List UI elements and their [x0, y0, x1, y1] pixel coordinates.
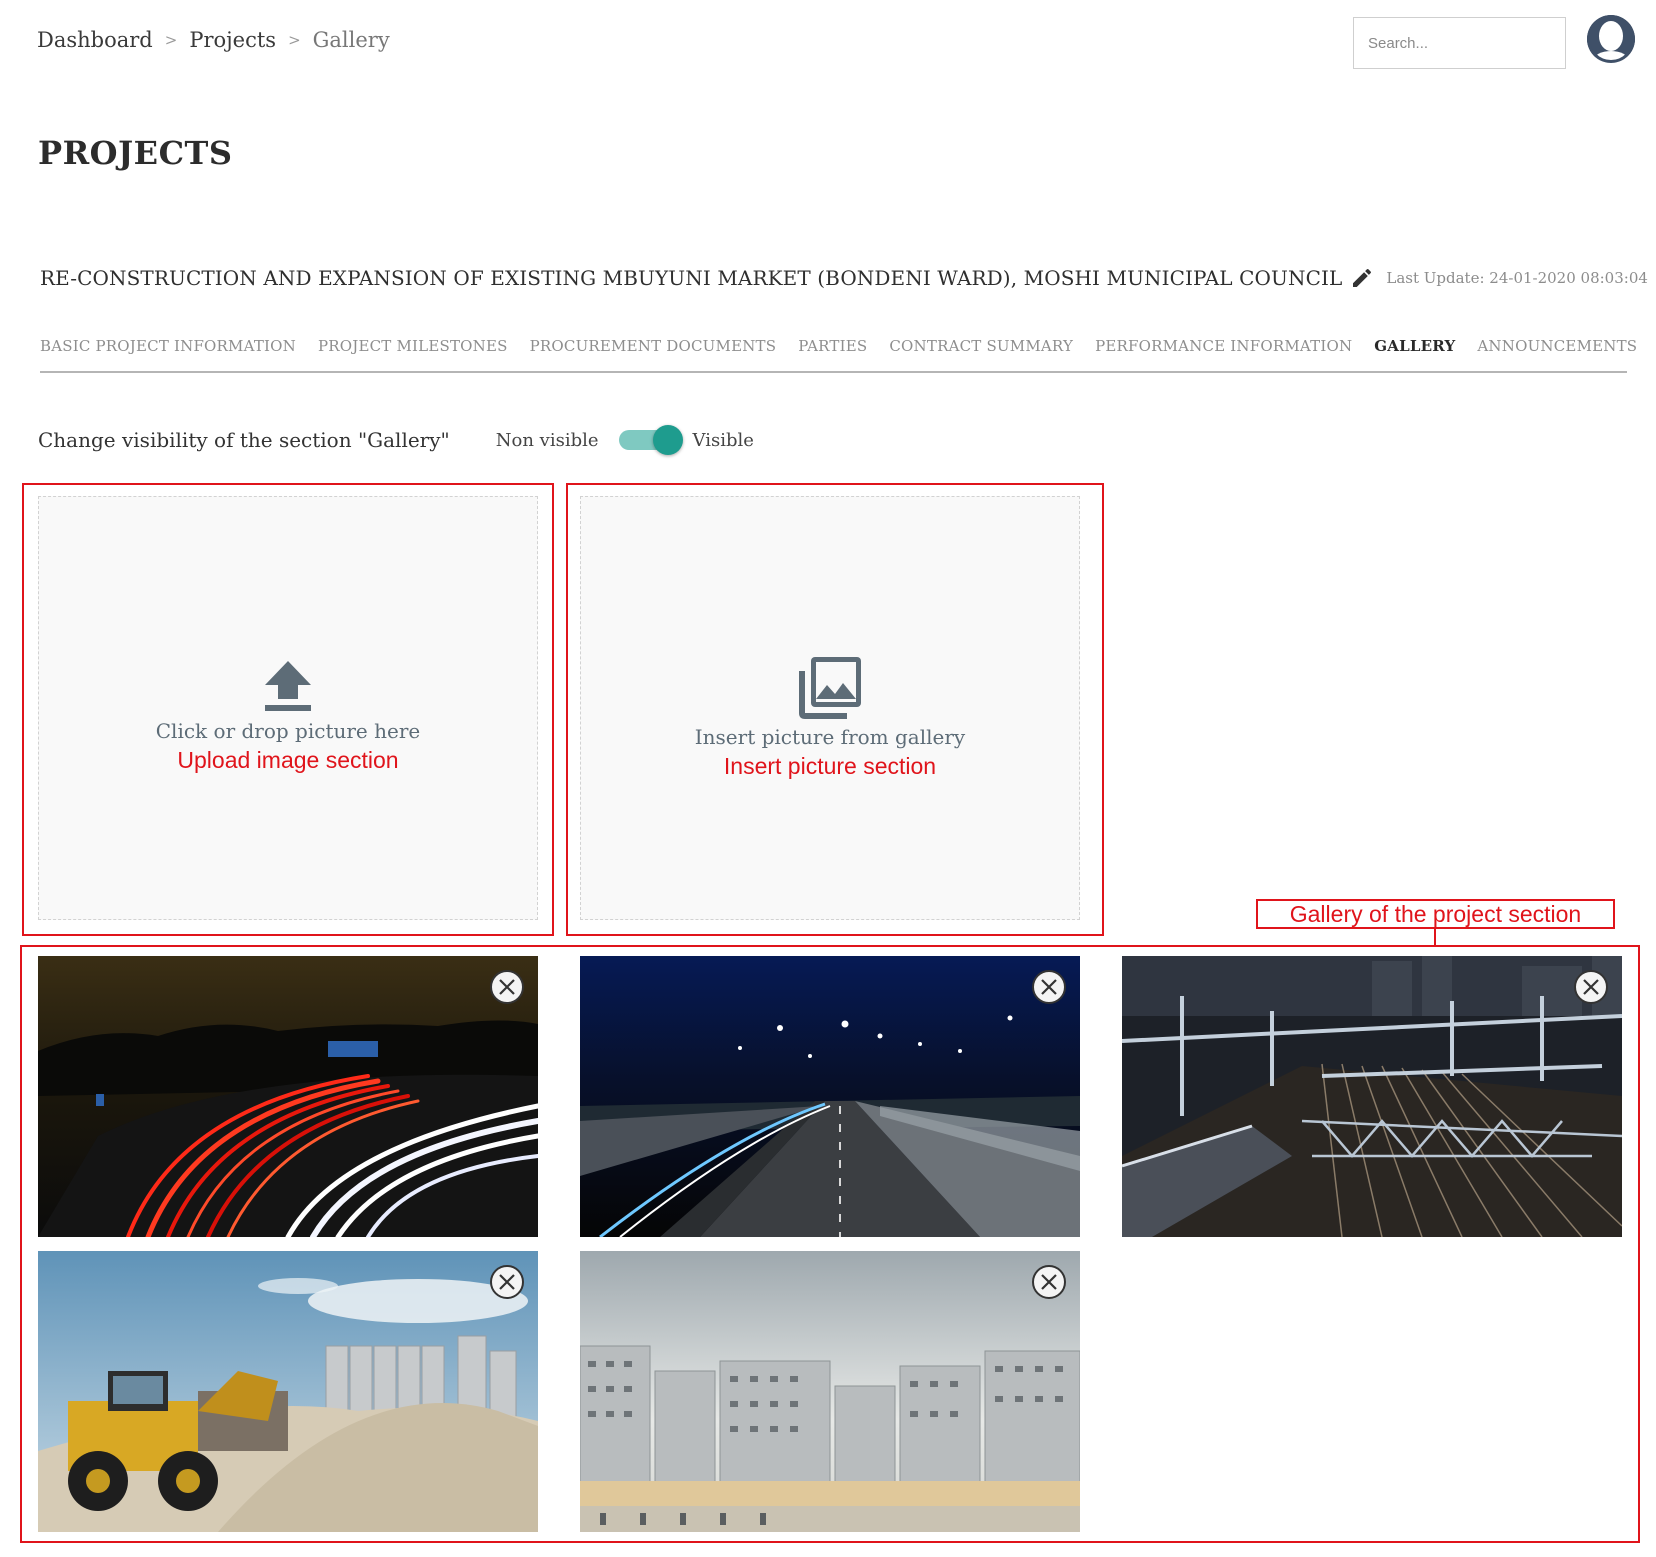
gallery-image-4[interactable] [38, 1251, 538, 1532]
insert-from-gallery-area[interactable]: Insert picture from gallery Insert pictu… [580, 496, 1080, 920]
tab-contract-summary[interactable]: CONTRACT SUMMARY [889, 337, 1073, 371]
tab-performance-information[interactable]: PERFORMANCE INFORMATION [1095, 337, 1352, 371]
insert-annotation-label: Insert picture section [723, 753, 937, 779]
breadcrumb-separator: > [164, 31, 178, 49]
visibility-toggle[interactable] [618, 425, 683, 455]
gallery-image-2[interactable] [580, 956, 1080, 1237]
photo-library-icon [799, 657, 861, 719]
remove-image-button[interactable] [490, 970, 524, 1004]
edit-pencil-icon[interactable] [1350, 266, 1374, 290]
non-visible-label: Non visible [495, 429, 599, 451]
close-icon [1041, 1274, 1057, 1290]
breadcrumb: Dashboard > Projects > Gallery [37, 28, 390, 52]
avatar[interactable] [1587, 15, 1635, 63]
last-update: Last Update: 24-01-2020 08:03:04 [1386, 269, 1648, 287]
project-header: RE-CONSTRUCTION AND EXPANSION OF EXISTIN… [40, 266, 1648, 290]
tab-gallery[interactable]: GALLERY [1374, 337, 1455, 371]
close-icon [499, 979, 515, 995]
gallery-image-3[interactable] [1122, 956, 1622, 1237]
upload-icon [265, 661, 311, 711]
tab-project-milestones[interactable]: PROJECT MILESTONES [318, 337, 508, 371]
user-icon [1587, 15, 1635, 63]
toggle-knob [652, 425, 683, 455]
remove-image-button[interactable] [1032, 970, 1066, 1004]
project-title: RE-CONSTRUCTION AND EXPANSION OF EXISTIN… [40, 266, 1343, 290]
close-icon [1041, 979, 1057, 995]
tab-announcements[interactable]: ANNOUNCEMENTS [1477, 337, 1637, 371]
tab-procurement-documents[interactable]: PROCUREMENT DOCUMENTS [530, 337, 777, 371]
upload-content: Click or drop picture here Upload image … [39, 661, 537, 774]
visible-label: Visible [692, 429, 754, 451]
railway-tracks-photo [1122, 956, 1622, 1237]
section-tabs: BASIC PROJECT INFORMATION PROJECT MILEST… [40, 337, 1637, 373]
page-title: PROJECTS [38, 134, 233, 172]
remove-image-button[interactable] [1574, 970, 1608, 1004]
breadcrumb-separator: > [288, 31, 301, 49]
upload-text: Click or drop picture here [155, 719, 421, 743]
breadcrumb-dashboard[interactable]: Dashboard [37, 28, 153, 52]
night-overpass-photo [580, 956, 1080, 1237]
close-icon [499, 1274, 515, 1290]
upload-dropzone[interactable]: Click or drop picture here Upload image … [38, 496, 538, 920]
breadcrumb-gallery: Gallery [312, 28, 390, 52]
gallery-image-1[interactable] [38, 956, 538, 1237]
breadcrumb-projects[interactable]: Projects [189, 28, 276, 52]
annotation-connector [1434, 927, 1436, 947]
apartment-blocks-photo [580, 1251, 1080, 1532]
remove-image-button[interactable] [1032, 1265, 1066, 1299]
search-input[interactable] [1353, 17, 1566, 69]
insert-text: Insert picture from gallery [694, 725, 966, 749]
remove-image-button[interactable] [490, 1265, 524, 1299]
visibility-control: Change visibility of the section "Galler… [38, 425, 754, 455]
highway-light-trails-photo [38, 956, 538, 1237]
gallery-image-5[interactable] [580, 1251, 1080, 1532]
upload-annotation-label: Upload image section [177, 747, 399, 773]
visibility-label: Change visibility of the section "Galler… [38, 428, 450, 452]
construction-loader-photo [38, 1251, 538, 1532]
close-icon [1583, 979, 1599, 995]
gallery-annotation-label: Gallery of the project section [1256, 899, 1615, 929]
tab-basic-project-information[interactable]: BASIC PROJECT INFORMATION [40, 337, 296, 371]
insert-content: Insert picture from gallery Insert pictu… [581, 657, 1079, 780]
tab-parties[interactable]: PARTIES [798, 337, 867, 371]
